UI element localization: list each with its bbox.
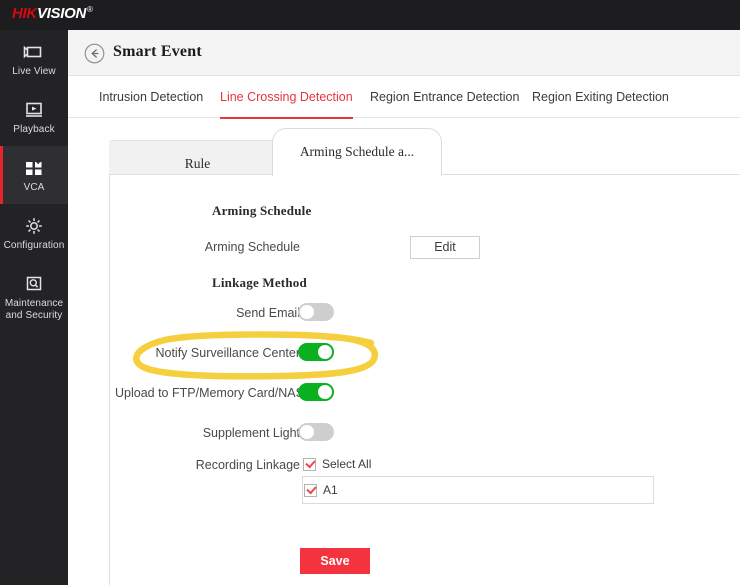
sidebar-item-vca[interactable]: VCA bbox=[0, 146, 68, 204]
page-title: Smart Event bbox=[113, 43, 202, 61]
toggle-knob bbox=[318, 385, 332, 399]
label-supplement-light: Supplement Light bbox=[160, 426, 300, 440]
gear-icon bbox=[2, 215, 66, 237]
logo-text-hik: HIK bbox=[12, 5, 37, 22]
toggle-supplement-light[interactable] bbox=[298, 423, 334, 441]
label-notify-surveillance-center: Notify Surveillance Center bbox=[130, 346, 300, 360]
tab-intrusion-detection[interactable]: Intrusion Detection bbox=[99, 76, 203, 118]
toggle-knob bbox=[300, 425, 314, 439]
label-upload-to-ftp-memory-card-nas: Upload to FTP/Memory Card/NAS bbox=[115, 386, 300, 400]
sub-tabbar: Rule Arming Schedule a... bbox=[109, 128, 740, 175]
toggle-knob bbox=[318, 345, 332, 359]
channel-list-box: A1 bbox=[302, 476, 654, 504]
toggle-notify-surveillance-center[interactable] bbox=[298, 343, 334, 361]
toggle-knob bbox=[300, 305, 314, 319]
checkbox-row-select-all[interactable]: Select All bbox=[303, 457, 371, 471]
section-title-linkage-method: Linkage Method bbox=[212, 275, 307, 291]
sidebar-item-label-line1: Maintenance bbox=[5, 298, 63, 309]
sidebar-item-playback[interactable]: Playback bbox=[0, 88, 68, 146]
camera-icon bbox=[2, 41, 66, 63]
sidebar-item-label: VCA bbox=[2, 182, 66, 194]
sidebar-item-label: Configuration bbox=[2, 240, 66, 252]
sidebar-item-configuration[interactable]: Configuration bbox=[0, 204, 68, 262]
registered-mark-icon: ® bbox=[87, 5, 93, 14]
sidebar-item-maintenance-and-security[interactable]: Maintenance and Security bbox=[0, 262, 68, 332]
edit-arming-schedule-button[interactable]: Edit bbox=[410, 236, 480, 259]
magnifier-icon bbox=[2, 273, 66, 295]
sidebar-item-label: Live View bbox=[2, 66, 66, 78]
label-recording-linkage: Recording Linkage bbox=[170, 458, 300, 472]
subtab-arming-schedule-and-linkage[interactable]: Arming Schedule a... bbox=[272, 128, 442, 176]
vca-grid-icon bbox=[2, 157, 66, 179]
section-title-arming-schedule: Arming Schedule bbox=[212, 203, 311, 219]
sidebar-item-label-line2: and Security bbox=[6, 310, 63, 321]
subtab-rule[interactable]: Rule bbox=[109, 140, 287, 175]
tab-region-exiting-detection[interactable]: Region Exiting Detection bbox=[532, 76, 669, 118]
label-arming-schedule: Arming Schedule bbox=[175, 240, 300, 254]
checkbox-label: Select All bbox=[322, 457, 371, 471]
sidebar-item-label: Playback bbox=[2, 124, 66, 136]
back-arrow-icon[interactable] bbox=[84, 43, 105, 64]
logo-text-vision: VISION bbox=[37, 5, 86, 22]
sidebar-item-live-view[interactable]: Live View bbox=[0, 30, 68, 88]
tab-region-entrance-detection[interactable]: Region Entrance Detection bbox=[370, 76, 519, 118]
page-header: Smart Event bbox=[68, 30, 740, 76]
left-navigation-rail: Live View Playback bbox=[0, 30, 68, 585]
checkbox-select-all[interactable] bbox=[303, 458, 316, 471]
checkbox-label: A1 bbox=[323, 483, 338, 497]
checkbox-channel-a1[interactable] bbox=[304, 484, 317, 497]
detection-tabbar: Intrusion Detection Line Crossing Detect… bbox=[68, 76, 740, 118]
hikvision-web-interface: HIKVISION® Live View Playback bbox=[0, 0, 740, 585]
hikvision-logo: HIKVISION® bbox=[12, 5, 93, 22]
toggle-send-email[interactable] bbox=[298, 303, 334, 321]
tab-line-crossing-detection[interactable]: Line Crossing Detection bbox=[220, 76, 353, 118]
top-bar: HIKVISION® bbox=[0, 0, 740, 30]
arming-schedule-panel: Arming Schedule Arming Schedule Edit Lin… bbox=[109, 174, 740, 585]
label-send-email: Send Email bbox=[165, 306, 300, 320]
toggle-upload-to-ftp-memory-card-nas[interactable] bbox=[298, 383, 334, 401]
save-button[interactable]: Save bbox=[300, 548, 370, 574]
playback-icon bbox=[2, 99, 66, 121]
checkbox-row-channel-a1[interactable]: A1 bbox=[304, 483, 338, 497]
sidebar-item-label: Maintenance and Security bbox=[2, 298, 66, 322]
